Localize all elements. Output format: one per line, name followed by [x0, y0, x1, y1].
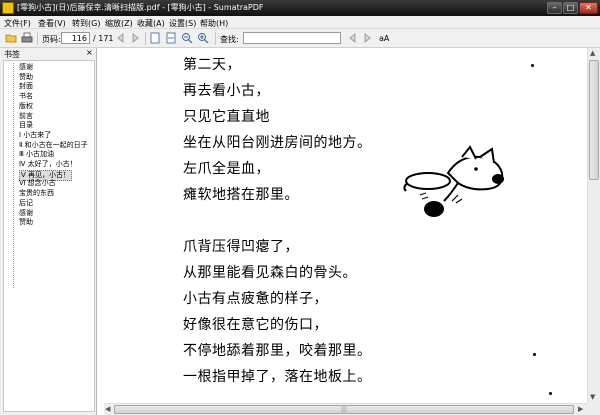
bookmark-item[interactable]: Ⅲ 小古加油 [19, 150, 54, 159]
document-text-line: 瘫软地搭在那里。 [183, 187, 299, 203]
bookmarks-sidebar: 书签 × 感谢 赞助 封面 书名 版权 前言 目录 Ⅰ 小古来了 Ⅱ 和小古在一起的日子 Ⅲ 小古… [0, 48, 97, 415]
document-text-line: 再去看小古， [183, 83, 270, 99]
bookmark-item[interactable]: 赞助 [19, 218, 33, 227]
menu-file[interactable]: 文件(F) [4, 18, 31, 29]
toolbar-separator [145, 32, 146, 45]
bookmark-item[interactable]: Ⅵ 想念小古 [19, 179, 56, 188]
minimize-button[interactable]: – [547, 2, 562, 14]
fit-width-icon[interactable] [165, 32, 177, 44]
scroll-grip-icon: ||| [341, 406, 348, 413]
scroll-right-icon[interactable]: ▶ [578, 405, 583, 413]
menu-bar: 文件(F) 查看(V) 转到(G) 缩放(Z) 收藏(A) 设置(S) 帮助(H… [0, 16, 600, 29]
bookmark-item[interactable]: 宝贵的东西 [19, 189, 54, 198]
sidebar-header: 书签 × [0, 48, 97, 60]
title-bar: [零狗小古](日)后藤保幸.清晰扫描版.pdf - [零狗小古] - Sumat… [0, 0, 600, 16]
scroll-left-icon[interactable]: ◀ [105, 405, 110, 413]
bookmark-item[interactable]: 感谢 [19, 63, 33, 72]
maximize-button[interactable]: □ [563, 2, 578, 14]
bookmark-item[interactable]: Ⅰ 小古来了 [19, 131, 51, 140]
page-total: / 171 [93, 34, 114, 43]
page-speck [549, 392, 552, 395]
toolbar: 页码: / 171 查找: aA [0, 29, 600, 48]
bookmark-item[interactable]: 后记 [19, 199, 33, 208]
find-next-icon[interactable] [361, 32, 373, 44]
page-speck [533, 353, 536, 356]
horizontal-scrollbar[interactable]: ◀ ||| ▶ [104, 403, 587, 415]
document-text-line: 爪背压得凹瘪了， [183, 239, 299, 255]
menu-view[interactable]: 查看(V) [38, 18, 66, 29]
bookmark-item[interactable]: 目录 [19, 121, 33, 130]
document-text-line: 一根指甲掉了，落在地板上。 [183, 369, 372, 385]
bookmark-item[interactable]: 前言 [19, 112, 33, 121]
bookmark-item[interactable]: 书名 [19, 92, 33, 101]
vertical-scrollbar[interactable]: ▲ ▼ [587, 48, 600, 403]
document-text-line: 只见它直直地 [183, 109, 270, 125]
horizontal-scroll-thumb[interactable]: ||| [114, 405, 574, 414]
document-text-line: 不停地舔着那里，咬着那里。 [183, 343, 372, 359]
vertical-scroll-thumb[interactable] [589, 60, 599, 180]
print-icon[interactable] [21, 32, 33, 44]
close-button[interactable]: ✕ [579, 2, 598, 14]
next-page-icon[interactable] [129, 32, 141, 44]
bookmark-item[interactable]: 版权 [19, 102, 33, 111]
bookmark-tree: 感谢 赞助 封面 书名 版权 前言 目录 Ⅰ 小古来了 Ⅱ 和小古在一起的日子 Ⅲ 小古加油 Ⅳ 太… [3, 60, 95, 412]
bookmark-item[interactable]: Ⅳ 太好了，小古！ [19, 160, 77, 169]
document-text-line: 小古有点疲惫的样子， [183, 291, 328, 307]
match-case-button[interactable]: aA [379, 34, 389, 43]
open-folder-icon[interactable] [5, 32, 17, 44]
scroll-up-icon[interactable]: ▲ [590, 49, 595, 57]
page-label: 页码: [42, 35, 61, 44]
menu-help[interactable]: 帮助(H) [200, 18, 228, 29]
menu-favorites[interactable]: 收藏(A) [137, 18, 165, 29]
previous-page-icon[interactable] [115, 32, 127, 44]
page-speck [531, 64, 534, 67]
sidebar-title: 书签 [4, 50, 20, 59]
document-text-line: 第二天， [183, 57, 241, 73]
zoom-in-icon[interactable] [197, 32, 209, 44]
fit-page-icon[interactable] [149, 32, 161, 44]
tree-connector [13, 63, 14, 288]
bookmark-item[interactable]: Ⅱ 和小古在一起的日子 [19, 141, 88, 150]
find-input[interactable] [243, 32, 341, 44]
menu-settings[interactable]: 设置(S) [169, 18, 196, 29]
window-title: [零狗小古](日)后藤保幸.清晰扫描版.pdf - [零狗小古] - Sumat… [17, 3, 264, 12]
toolbar-separator [37, 32, 38, 45]
document-text-line: 好像很在意它的伤口， [183, 317, 328, 333]
page-number-input[interactable] [61, 32, 90, 44]
find-label: 查找: [220, 35, 239, 44]
zoom-out-icon[interactable] [181, 32, 193, 44]
find-previous-icon[interactable] [347, 32, 359, 44]
sidebar-close-button[interactable]: × [86, 48, 93, 57]
dog-illustration [403, 145, 504, 217]
document-page: 第二天， 再去看小古， 只见它直直地坐在从阳台刚进房间的地方。 左爪全是血， 瘫软地搭在… [104, 48, 587, 403]
menu-goto[interactable]: 转到(G) [72, 18, 100, 29]
bookmark-item[interactable]: 感谢 [19, 209, 33, 218]
document-text-line: 从那里能看见森白的骨头。 [183, 265, 357, 281]
document-text-line: 左爪全是血， [183, 161, 270, 177]
toolbar-separator [215, 32, 216, 45]
app-icon [2, 2, 14, 14]
menu-zoom[interactable]: 缩放(Z) [105, 18, 133, 29]
bookmark-item[interactable]: 赞助 [19, 73, 33, 82]
scroll-corner [587, 403, 600, 415]
scroll-down-icon[interactable]: ▼ [590, 393, 595, 401]
bookmark-item[interactable]: 封面 [19, 82, 33, 91]
document-text-line: 坐在从阳台刚进房间的地方。 [183, 135, 372, 151]
